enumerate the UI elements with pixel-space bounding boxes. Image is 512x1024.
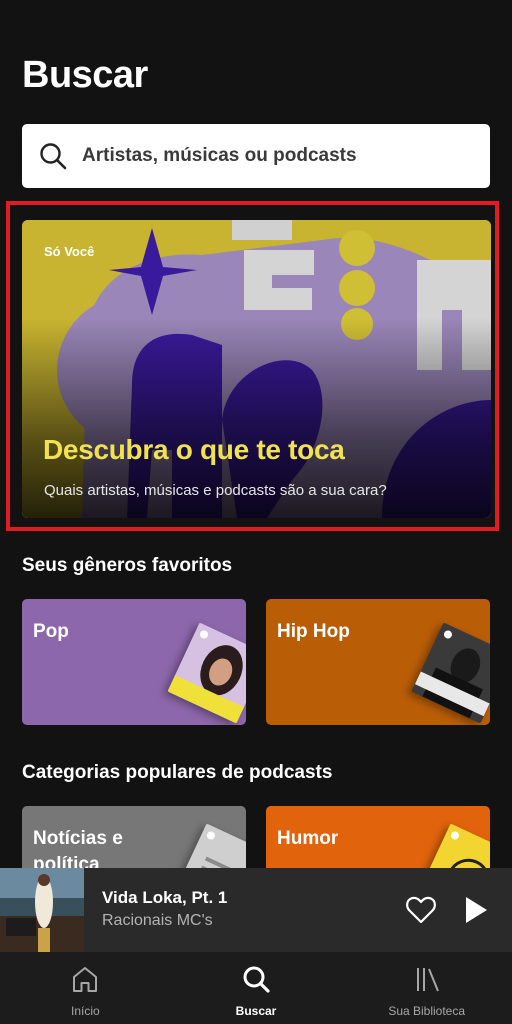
podcast-categories-heading: Categorias populares de podcasts: [22, 762, 333, 783]
now-playing-bar[interactable]: Vida Loka, Pt. 1 Racionais MC's: [0, 868, 512, 952]
search-placeholder: Artistas, músicas ou podcasts: [82, 145, 357, 166]
heart-icon[interactable]: [405, 895, 437, 925]
home-icon: [70, 964, 100, 994]
nav-item-home[interactable]: Início: [0, 952, 171, 1024]
tile-label: Pop: [33, 621, 69, 642]
highlight-frame: [6, 201, 499, 531]
track-title: Vida Loka, Pt. 1: [102, 888, 228, 907]
play-icon[interactable]: [462, 894, 490, 926]
search-icon: [38, 141, 68, 171]
album-art: [0, 868, 84, 952]
genre-tile-pop[interactable]: Pop: [22, 599, 246, 725]
genre-tile-hip-hop[interactable]: Hip Hop: [266, 599, 490, 725]
hip-hop-cover-art: [411, 622, 490, 724]
tile-label: Hip Hop: [277, 621, 350, 642]
bottom-nav: Início Buscar Sua Biblioteca: [0, 952, 512, 1024]
search-icon: [241, 964, 271, 994]
nav-label-library: Sua Biblioteca: [388, 1004, 466, 1018]
search-input[interactable]: Artistas, músicas ou podcasts: [22, 124, 490, 188]
nav-item-library[interactable]: Sua Biblioteca: [341, 952, 512, 1024]
nav-label-home: Início: [70, 1004, 100, 1018]
track-artist[interactable]: Racionais MC's: [102, 912, 213, 930]
favorite-genres-heading: Seus gêneros favoritos: [22, 555, 233, 576]
nav-item-search[interactable]: Buscar: [171, 952, 342, 1024]
library-icon: [412, 964, 442, 994]
tile-label: Humor: [277, 828, 339, 849]
page-title: Buscar: [22, 54, 148, 96]
nav-label-search: Buscar: [235, 1004, 277, 1018]
pop-cover-art: [167, 622, 246, 724]
